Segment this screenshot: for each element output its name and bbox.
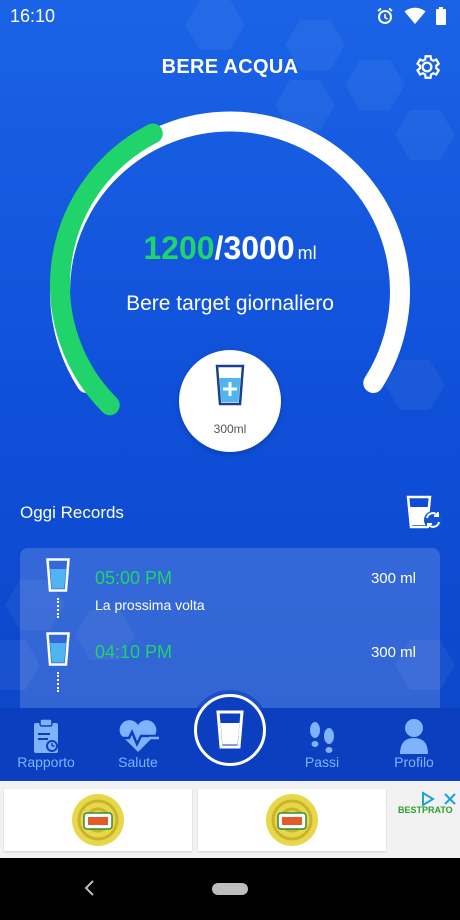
cup-size-label: 300ml: [213, 422, 247, 436]
gauge-progress-arc: [50, 123, 163, 416]
wifi-icon: [404, 7, 426, 24]
record-time: 05:00 PM: [95, 568, 173, 588]
record-amount: 300 ml: [370, 570, 416, 587]
cup-plus-icon: [215, 364, 245, 406]
record-time: 04:10 PM: [95, 642, 173, 662]
nav-item-salute[interactable]: Salute: [93, 708, 183, 781]
timeline-connector: [57, 598, 59, 618]
drink-water-button[interactable]: [194, 694, 266, 766]
home-button[interactable]: [212, 883, 248, 895]
hose-reel-image: [72, 794, 124, 846]
page-title: BERE ACQUA: [161, 56, 299, 78]
add-drink-button[interactable]: 300ml: [179, 350, 281, 452]
nav-label-salute: Salute: [118, 754, 158, 770]
ad-choices-icon[interactable]: [420, 791, 458, 807]
nav-item-passi[interactable]: Passi: [277, 708, 367, 781]
nav-item-rapporto[interactable]: Rapporto: [1, 708, 91, 781]
hose-reel-image: [266, 794, 318, 846]
timeline-connector: [57, 672, 59, 692]
ad-product-card[interactable]: [198, 789, 386, 851]
clipboard-chart-icon: [34, 718, 58, 753]
record-amount: 300 ml: [370, 644, 416, 661]
system-navigation-bar: [0, 858, 460, 920]
status-bar: 16:10: [0, 0, 460, 34]
list-item[interactable]: 04:10 PM 300 ml: [20, 626, 440, 696]
progress-unit: ml: [297, 243, 317, 263]
footsteps-icon: [310, 722, 334, 753]
progress-current: 1200: [143, 230, 215, 266]
settings-button[interactable]: [412, 52, 442, 82]
app-screen: 16:10 BERE ACQUA 1200/3000 ml Bere targe…: [0, 0, 460, 920]
records-title: Oggi Records: [20, 503, 124, 522]
list-item[interactable]: 05:00 PM 300 ml La prossima volta: [20, 552, 440, 622]
cup-refresh-icon: [406, 495, 442, 529]
target-label: Bere target giornaliero: [126, 292, 334, 315]
nav-item-profilo[interactable]: Profilo: [369, 708, 459, 781]
water-cup-icon: [46, 558, 70, 592]
ad-banner[interactable]: BESTPRATO: [0, 781, 460, 858]
progress-target: 3000: [223, 230, 295, 266]
progress-readout: 1200/3000 ml: [0, 230, 460, 267]
nav-label-passi: Passi: [304, 754, 340, 770]
nav-label-rapporto: Rapporto: [17, 754, 75, 770]
nav-label-profilo: Profilo: [394, 754, 434, 770]
back-icon[interactable]: [78, 876, 102, 900]
water-glass-icon: [216, 710, 244, 749]
status-time: 16:10: [10, 6, 56, 26]
person-icon: [400, 719, 428, 754]
battery-icon: [436, 7, 446, 25]
alarm-icon: [377, 7, 393, 24]
switch-cup-button[interactable]: [405, 495, 443, 531]
heart-pulse-icon: [117, 720, 159, 752]
water-cup-icon: [46, 632, 70, 666]
record-note: La prossima volta: [95, 597, 205, 613]
ad-product-card[interactable]: [4, 789, 192, 851]
gear-icon: [416, 55, 441, 79]
